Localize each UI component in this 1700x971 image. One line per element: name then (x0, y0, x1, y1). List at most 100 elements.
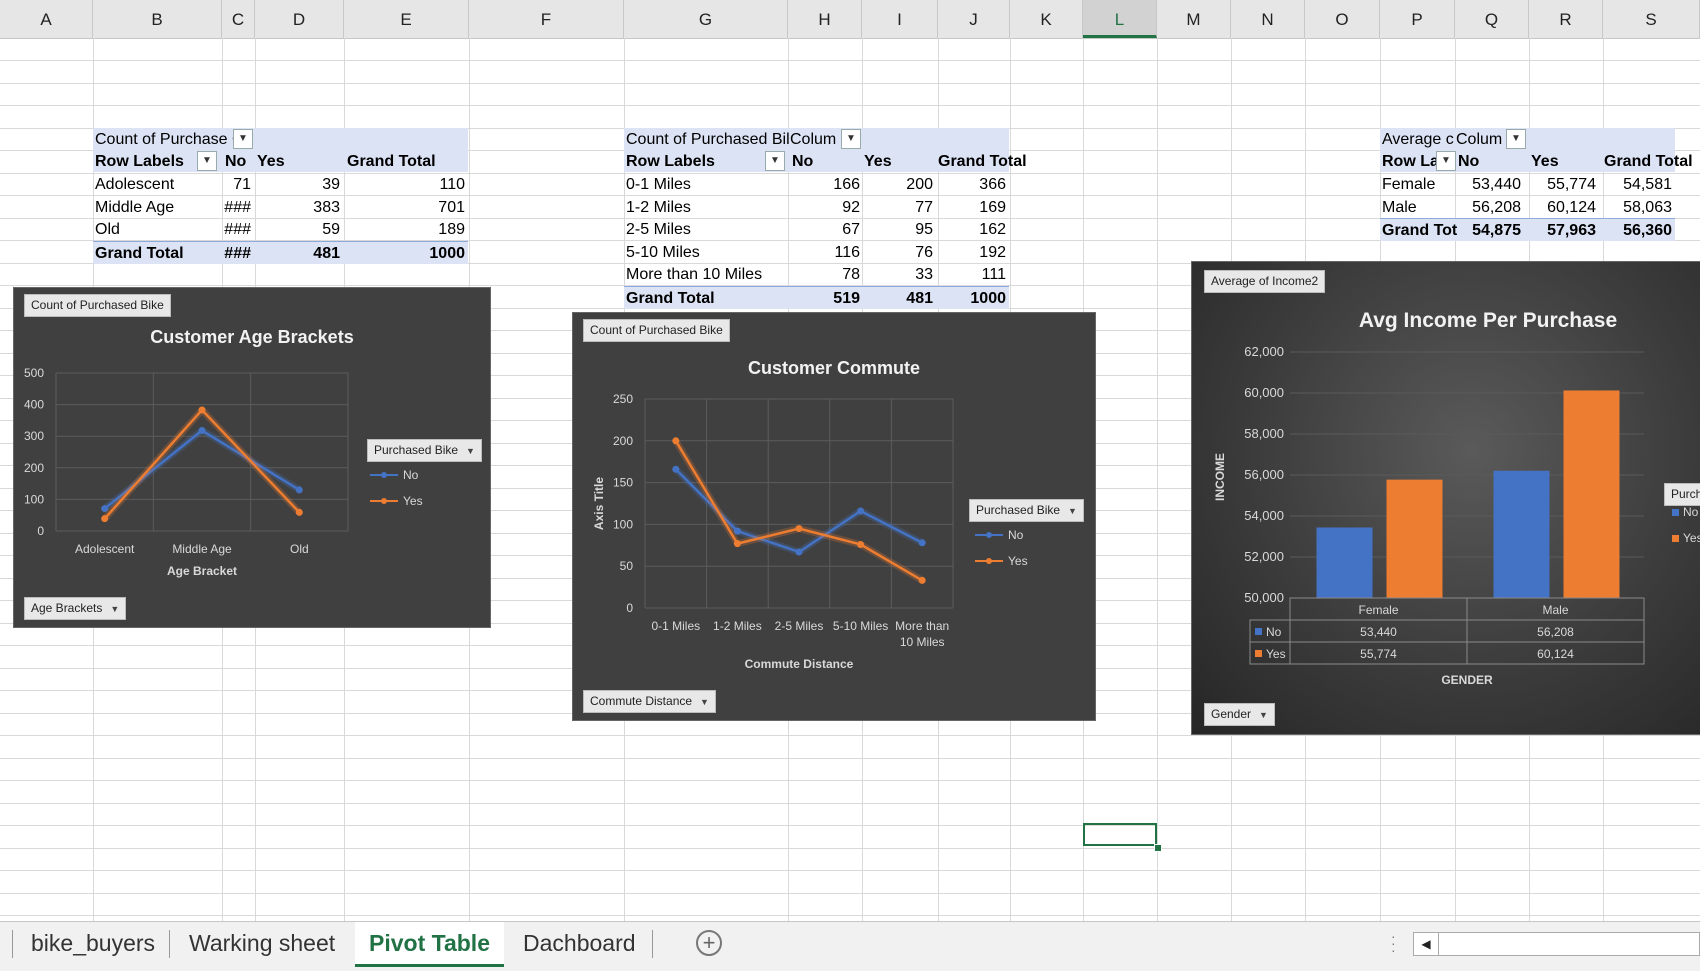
chevron-down-icon: ▼ (466, 446, 475, 456)
column-header-s[interactable]: S (1603, 0, 1700, 38)
tab-warking-sheet[interactable]: Warking sheet (175, 922, 349, 964)
pivot_age-row[interactable]: Adolescent 71 39 110 (93, 173, 468, 195)
column-header-c[interactable]: C (222, 0, 255, 38)
pivot-age-col-total: Grand Total (347, 153, 436, 170)
column-header-n[interactable]: N (1231, 0, 1305, 38)
column-header-i[interactable]: I (862, 0, 938, 38)
pivot-commute-row-labels: Row Labels (626, 153, 715, 170)
pivot_commute-cell-label: 2-5 Miles (626, 221, 691, 238)
add-sheet-button[interactable]: + (696, 930, 722, 956)
data-point-no (198, 427, 206, 435)
column-header-a[interactable]: A (0, 0, 93, 38)
x-tick-label: 10 Miles (900, 635, 945, 649)
chart-age-legend-button[interactable]: Purchased Bike ▼ (367, 439, 482, 462)
data-point-no (857, 507, 865, 515)
bar-no-female (1316, 527, 1373, 598)
column-header-f[interactable]: F (469, 0, 624, 38)
pivot_commute-row[interactable]: 0-1 Miles 166 200 366 (624, 173, 1009, 195)
chart-income-axis-button[interactable]: Gender ▼ (1204, 703, 1275, 726)
column-header-j[interactable]: J (938, 0, 1010, 38)
chart-customer-commute[interactable]: Count of Purchased Bike Customer Commute… (572, 312, 1096, 721)
chart-age-axis-button[interactable]: Age Brackets ▼ (24, 597, 127, 620)
column-header-b[interactable]: B (93, 0, 222, 38)
column-header-d[interactable]: D (255, 0, 344, 38)
column-header-q[interactable]: Q (1455, 0, 1529, 38)
pivot_income-cell-label: Male (1382, 198, 1417, 216)
active-cell[interactable] (1083, 823, 1157, 846)
pivot-income-col-dropdown[interactable]: ▼ (1506, 129, 1526, 149)
pivot_income-grand-total-row[interactable]: Grand Tot 54,875 57,963 56,360 (1380, 218, 1675, 241)
column-header-l[interactable]: L (1083, 0, 1157, 38)
pivot_age-row[interactable]: Middle Age ### 383 701 (93, 196, 468, 218)
data-table-value: 53,440 (1360, 625, 1397, 639)
x-tick-label: 1-2 Miles (713, 619, 762, 633)
tab-pivot-table[interactable]: Pivot Table (355, 922, 504, 967)
chart-commute-axis-button[interactable]: Commute Distance ▼ (583, 690, 716, 713)
tab-bike-buyers[interactable]: bike_buyers (17, 922, 169, 964)
pivot_commute-cell-no: 116 (834, 243, 860, 261)
chart-commute-legend-button[interactable]: Purchased Bike ▼ (969, 499, 1084, 522)
pivot_income-cell-no: 56,208 (1472, 198, 1521, 216)
pivot_income-row[interactable]: Female 53,440 55,774 54,581 (1380, 173, 1675, 195)
legend-marker-no (381, 472, 387, 478)
pivot-age-rows-dropdown[interactable]: ▼ (197, 151, 217, 171)
column-header-h[interactable]: H (788, 0, 862, 38)
pivot_commute-cell-yes: 76 (915, 243, 933, 261)
column-header-o[interactable]: O (1305, 0, 1380, 38)
pivot_age-cell-yes: 481 (313, 244, 340, 262)
chart-age-brackets[interactable]: Count of Purchased Bike Customer Age Bra… (13, 287, 491, 628)
pivot_commute-row[interactable]: 1-2 Miles 92 77 169 (624, 196, 1009, 218)
horizontal-scrollbar[interactable]: ◀ (1413, 932, 1700, 956)
y-axis-title: INCOME (1213, 453, 1227, 501)
scroll-left-arrow-icon[interactable]: ◀ (1414, 933, 1439, 955)
pivot_commute-cell-total: 162 (979, 221, 1006, 238)
pivot_age-grand-total-row[interactable]: Grand Total ### 481 1000 (93, 240, 468, 264)
tab-dachboard[interactable]: Dachboard (509, 922, 650, 964)
y-tick-label: 300 (24, 429, 44, 443)
pivot-age-header: Count of Purchase C (95, 131, 244, 148)
y-axis-title: Axis Title (592, 477, 606, 530)
y-tick-label: 60,000 (1244, 385, 1284, 400)
data-point-no (795, 548, 803, 556)
column-header-r[interactable]: R (1529, 0, 1603, 38)
data-point-yes (101, 515, 109, 523)
grid-row-line (0, 825, 1700, 826)
grid-row-line (0, 83, 1700, 84)
pivot-age-filter-dropdown[interactable]: ▼ (233, 129, 253, 149)
pivot-commute-rows-dropdown[interactable]: ▼ (765, 151, 785, 171)
y-tick-label: 56,000 (1244, 467, 1284, 482)
pivot_commute-cell-total: 1000 (970, 289, 1006, 307)
chart-age-axis-label: Age Brackets (31, 601, 103, 615)
pivot-income-rows-dropdown[interactable]: ▼ (1436, 151, 1456, 171)
y-tick-label: 0 (626, 601, 633, 615)
y-tick-label: 62,000 (1244, 344, 1284, 359)
chart-income-legend-button[interactable]: Purch (1664, 483, 1700, 506)
column-header-e[interactable]: E (344, 0, 469, 38)
legend-label: Yes (1683, 531, 1700, 545)
pivot-age-col-no: No (225, 153, 247, 170)
chart-avg-income[interactable]: Average of Income2 Avg Income Per Purcha… (1191, 261, 1700, 735)
chart-income-legend-label: Purch (1671, 487, 1700, 501)
tabbar-options-icon[interactable]: · · · (1391, 929, 1396, 957)
pivot_commute-row[interactable]: 5-10 Miles 116 76 192 (624, 241, 1009, 263)
pivot_age-cell-total: 1000 (429, 244, 465, 262)
pivot_commute-row[interactable]: More than 10 Miles 78 33 111 (624, 263, 1009, 285)
column-header-p[interactable]: P (1380, 0, 1455, 38)
pivot-commute-col-dropdown[interactable]: ▼ (841, 129, 861, 149)
column-header-g[interactable]: G (624, 0, 788, 38)
tab-separator (652, 930, 653, 958)
pivot_commute-row[interactable]: 2-5 Miles 67 95 162 (624, 218, 1009, 240)
column-header-m[interactable]: M (1157, 0, 1231, 38)
pivot_age-row[interactable]: Old ### 59 189 (93, 218, 468, 240)
pivot_income-cell-no: 53,440 (1472, 176, 1521, 193)
bar-no-male (1493, 470, 1550, 598)
pivot_commute-grand-total-row[interactable]: Grand Total 519 481 1000 (624, 285, 1009, 309)
data-point-yes (198, 406, 206, 414)
column-header-k[interactable]: K (1010, 0, 1083, 38)
fill-handle[interactable] (1154, 844, 1162, 852)
pivot_income-cell-yes: 60,124 (1547, 198, 1596, 216)
series-glow-no (102, 427, 302, 512)
chart-title: Avg Income Per Purchase (1359, 309, 1617, 332)
pivot_income-row[interactable]: Male 56,208 60,124 58,063 (1380, 196, 1675, 218)
pivot_age-cell-label: Middle Age (95, 198, 175, 216)
